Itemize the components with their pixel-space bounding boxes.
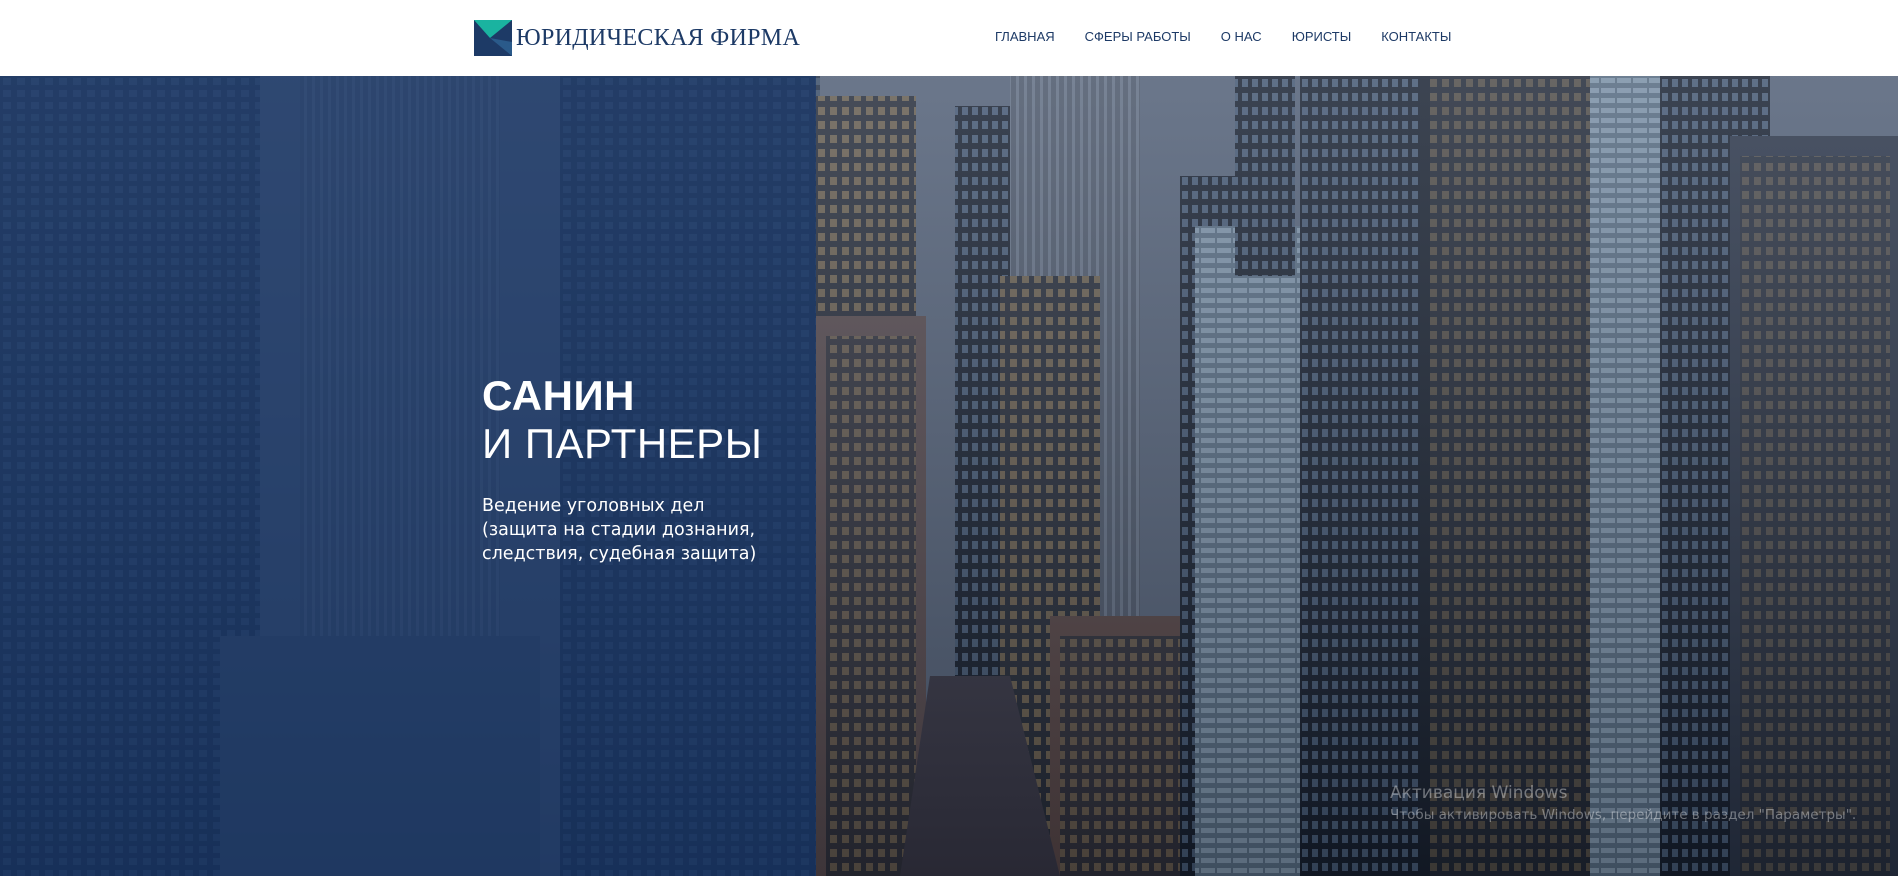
firm-logo-icon — [474, 20, 512, 56]
hero-title-line-2: И ПАРТНЕРЫ — [482, 420, 763, 467]
hero-subtitle-line: Ведение уголовных дел — [482, 496, 705, 516]
hero-overlay — [0, 76, 816, 876]
hero-subtitle: Ведение уголовных дел (защита на стадии … — [482, 494, 782, 566]
hero-subtitle-line: (защита на стадии дознания, — [482, 520, 756, 540]
hero-title: САНИН И ПАРТНЕРЫ — [482, 372, 762, 468]
nav-item-practice-areas[interactable]: СФЕРЫ РАБОТЫ — [1085, 29, 1191, 45]
site-logo[interactable]: ЮРИДИЧЕСКАЯ ФИРМА — [474, 20, 800, 56]
nav-item-about[interactable]: О НАС — [1221, 29, 1262, 45]
watermark-text: Чтобы активировать Windows, перейдите в … — [1390, 807, 1857, 823]
nav-item-home[interactable]: ГЛАВНАЯ — [995, 29, 1055, 45]
hero-section: САНИН И ПАРТНЕРЫ Ведение уголовных дел (… — [0, 76, 1898, 876]
hero-title-line-1: САНИН — [482, 372, 635, 419]
hero-subtitle-line: следствия, судебная защита) — [482, 544, 757, 564]
windows-activation-watermark: Активация Windows Чтобы активировать Win… — [1390, 782, 1856, 825]
nav-item-contacts[interactable]: КОНТАКТЫ — [1381, 29, 1451, 45]
watermark-title: Активация Windows — [1390, 783, 1568, 803]
logo-text: ЮРИДИЧЕСКАЯ ФИРМА — [516, 24, 801, 51]
nav-item-lawyers[interactable]: ЮРИСТЫ — [1292, 29, 1352, 45]
site-header: ЮРИДИЧЕСКАЯ ФИРМА ГЛАВНАЯ СФЕРЫ РАБОТЫ О… — [0, 0, 1898, 76]
